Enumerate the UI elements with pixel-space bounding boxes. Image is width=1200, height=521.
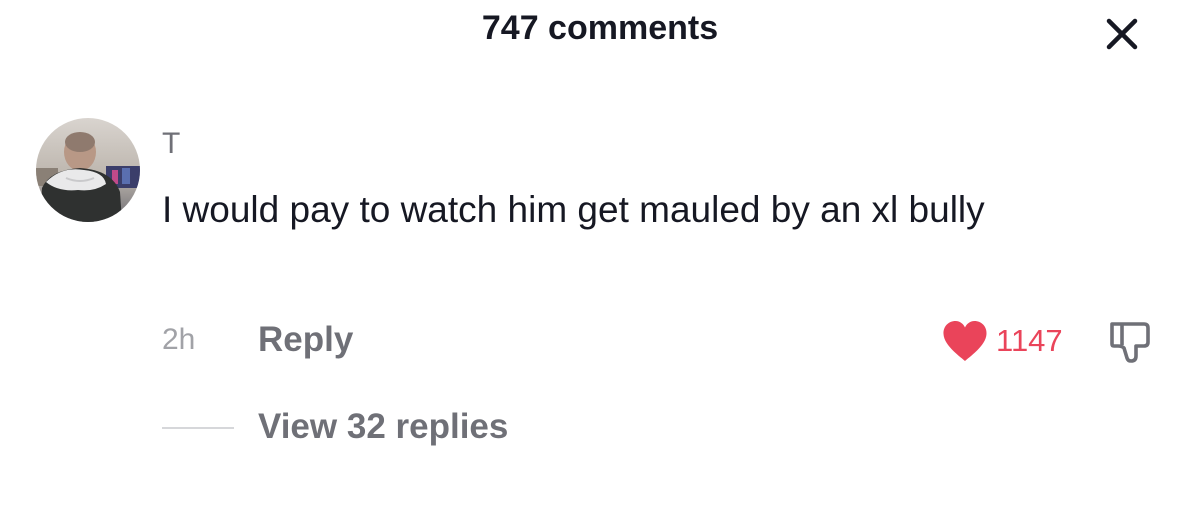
close-icon[interactable] [1100, 12, 1144, 56]
comment-text: I would pay to watch him get mauled by a… [162, 189, 985, 230]
avatar-photo [36, 118, 140, 222]
view-replies-button[interactable]: View 32 replies [258, 404, 508, 450]
comment-username[interactable]: T [162, 126, 180, 162]
avatar[interactable] [36, 118, 140, 222]
heart-icon [943, 321, 987, 361]
like-button[interactable]: 1147 [940, 318, 1063, 364]
replies-divider [162, 427, 234, 429]
comments-count-title: 747 comments [481, 9, 719, 47]
like-count: 1147 [996, 323, 1063, 358]
thumbs-down-icon[interactable] [1106, 318, 1154, 366]
comment-timestamp: 2h [162, 323, 196, 356]
reply-button[interactable]: Reply [258, 318, 353, 362]
